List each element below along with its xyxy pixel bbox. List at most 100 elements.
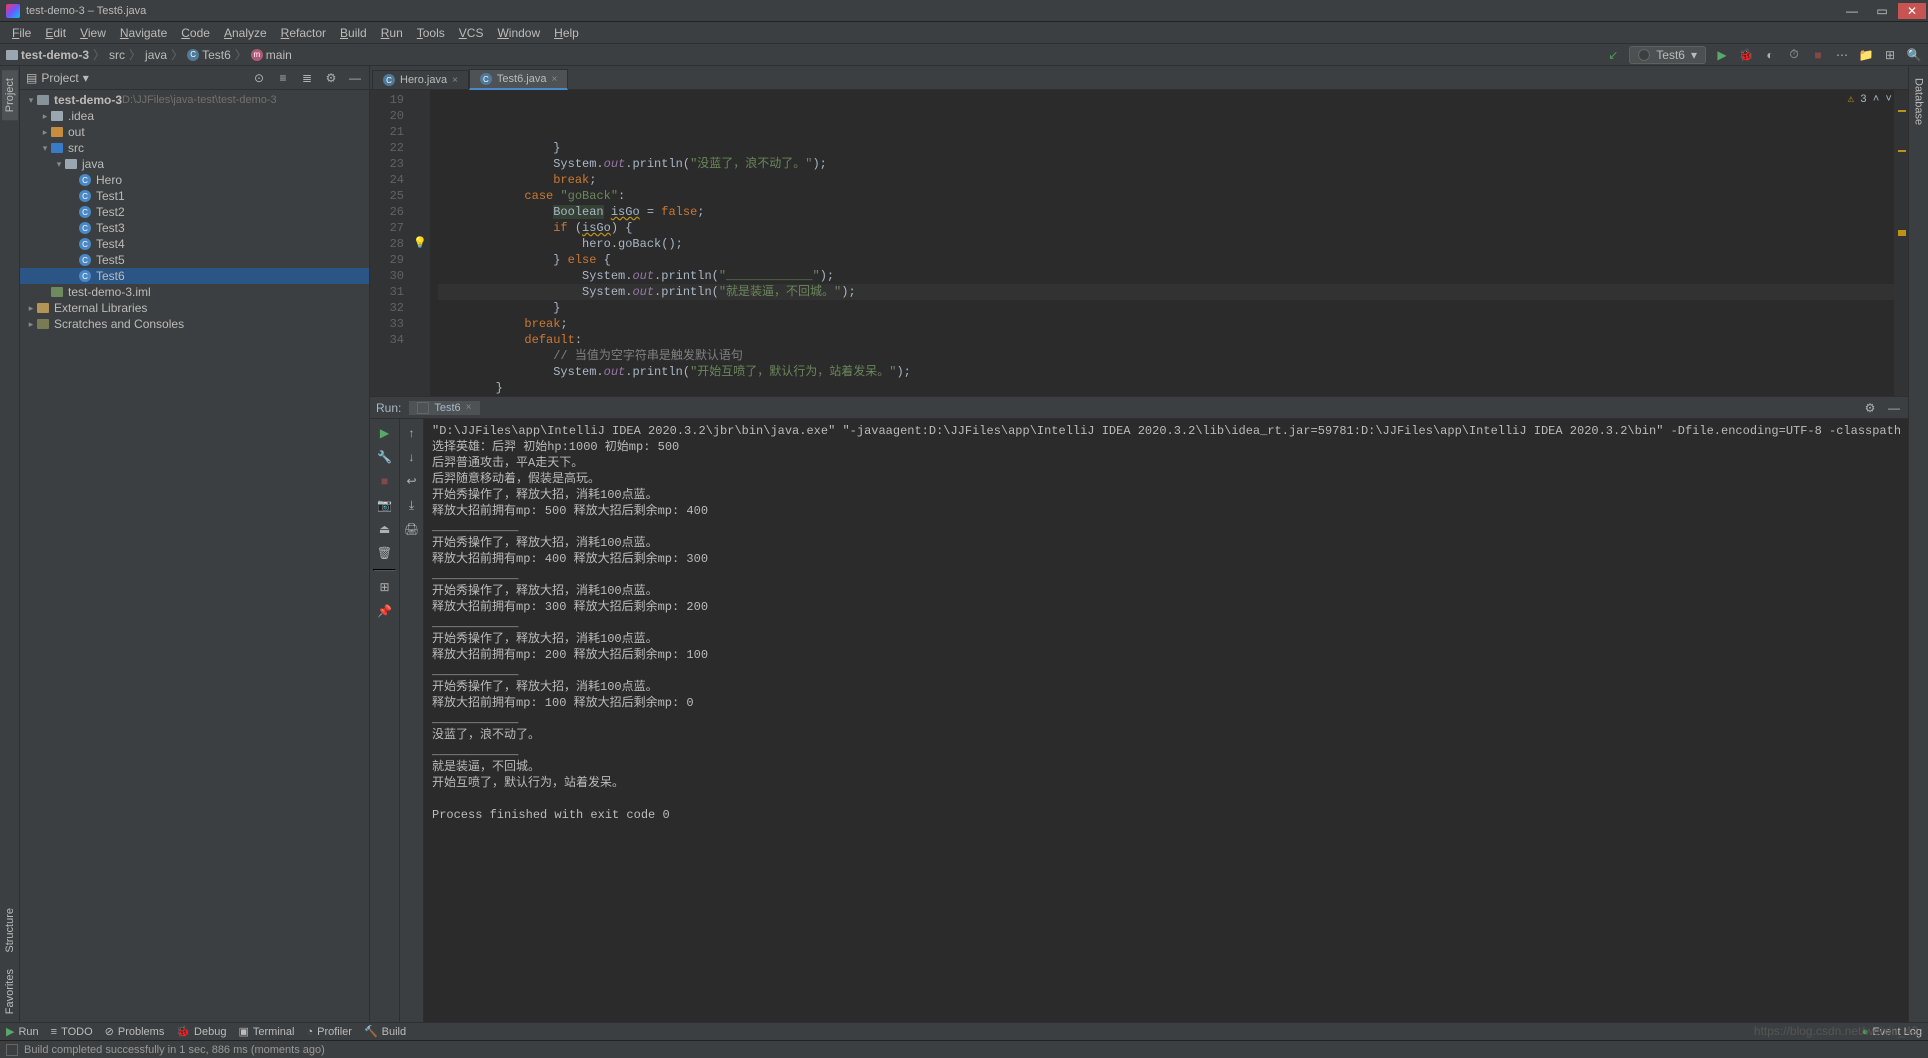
close-icon[interactable]: ×	[452, 75, 458, 86]
editor-tab[interactable]: CTest6.java×	[469, 69, 568, 90]
editor-area: CHero.java×CTest6.java× 1920212223242526…	[370, 66, 1908, 396]
select-opened-file-button[interactable]: ⊙	[251, 70, 267, 86]
debug-button[interactable]: 🐞	[1738, 47, 1754, 63]
window-maximize-button[interactable]: ▭	[1868, 3, 1896, 19]
side-tab-database[interactable]: Database	[1911, 70, 1927, 133]
soft-wrap-button[interactable]: ↩	[404, 473, 420, 489]
scroll-end-button[interactable]: ⤓	[404, 497, 420, 513]
tree-node[interactable]: ▾java	[20, 156, 369, 172]
bottom-tab-profiler[interactable]: ◔Profiler	[306, 1025, 352, 1038]
coverage-button[interactable]: ◐	[1762, 47, 1778, 63]
tree-node[interactable]: CTest6	[20, 268, 369, 284]
search-everywhere-button[interactable]: 🔍	[1906, 47, 1922, 63]
tree-node[interactable]: CTest2	[20, 204, 369, 220]
chevron-down-icon: ▾	[1691, 48, 1697, 62]
settings-button[interactable]: ⊞	[1882, 47, 1898, 63]
bottom-tab-problems[interactable]: ⊘Problems	[105, 1025, 165, 1038]
code-area[interactable]: 19202122232425262728293031323334 💡 ⚠ 3 ˄…	[370, 90, 1908, 396]
menu-refactor[interactable]: Refactor	[275, 24, 332, 42]
bottom-tab-debug[interactable]: 🐞Debug	[176, 1025, 226, 1038]
breadcrumb-src[interactable]: src	[109, 48, 125, 62]
delete-button[interactable]: 🗑	[377, 545, 393, 561]
up-button[interactable]: ↑	[404, 425, 420, 441]
tree-node[interactable]: CTest1	[20, 188, 369, 204]
menu-code[interactable]: Code	[175, 24, 216, 42]
layout-button[interactable]: ⊞	[377, 579, 393, 595]
tree-node[interactable]: ▾src	[20, 140, 369, 156]
collapse-all-button[interactable]: ≣	[299, 70, 315, 86]
more-button[interactable]: ⋯	[1834, 47, 1850, 63]
bottom-tab-build[interactable]: 🔨Build	[364, 1025, 406, 1038]
menu-file[interactable]: File	[6, 24, 37, 42]
side-tab-favorites[interactable]: Favorites	[2, 961, 18, 1022]
bottom-tab-event-log[interactable]: ●Event Log	[1862, 1026, 1922, 1038]
menu-run[interactable]: Run	[375, 24, 409, 42]
menu-window[interactable]: Window	[491, 24, 546, 42]
settings-gear-icon[interactable]: ⚙	[323, 70, 339, 86]
tool-button[interactable]: 🔧	[377, 449, 393, 465]
pin-button[interactable]: 📌	[377, 603, 393, 619]
stop-run-button[interactable]: ■	[377, 473, 393, 489]
bottom-tab-todo[interactable]: ≡TODO	[51, 1025, 93, 1038]
chevron-down-icon[interactable]: ˅	[1885, 92, 1892, 108]
back-arrow-icon[interactable]: ↙	[1605, 47, 1621, 63]
status-icon[interactable]	[6, 1044, 18, 1056]
down-button[interactable]: ↓	[404, 449, 420, 465]
run-button[interactable]: ▶	[1714, 47, 1730, 63]
menu-view[interactable]: View	[74, 24, 112, 42]
breadcrumb-java[interactable]: java	[145, 48, 167, 62]
hide-panel-button[interactable]: —	[347, 70, 363, 86]
tree-node[interactable]: CTest3	[20, 220, 369, 236]
side-tab-structure[interactable]: Structure	[2, 900, 18, 961]
chevron-up-icon[interactable]: ˄	[1873, 92, 1880, 108]
tree-node[interactable]: CHero	[20, 172, 369, 188]
folder-icon	[6, 50, 18, 60]
breadcrumb-project[interactable]: test-demo-3	[6, 48, 89, 62]
menu-edit[interactable]: Edit	[39, 24, 72, 42]
bottom-tab-terminal[interactable]: ▣Terminal	[238, 1025, 294, 1038]
chevron-down-icon[interactable]: ▾	[83, 71, 89, 85]
profile-button[interactable]: ⏱	[1786, 47, 1802, 63]
tree-node[interactable]: ▸out	[20, 124, 369, 140]
menu-tools[interactable]: Tools	[411, 24, 451, 42]
menu-analyze[interactable]: Analyze	[218, 24, 273, 42]
run-settings-icon[interactable]: ⚙	[1862, 400, 1878, 416]
project-panel-title[interactable]: Project	[41, 71, 78, 85]
tree-node[interactable]: CTest4	[20, 236, 369, 252]
console-output[interactable]: "D:\JJFiles\app\IntelliJ IDEA 2020.3.2\j…	[424, 419, 1908, 1022]
project-structure-button[interactable]: 📁	[1858, 47, 1874, 63]
expand-all-button[interactable]: ≡	[275, 70, 291, 86]
dump-button[interactable]: 📷	[377, 497, 393, 513]
close-icon[interactable]: ×	[466, 402, 472, 413]
run-hide-button[interactable]: —	[1886, 400, 1902, 416]
menu-vcs[interactable]: VCS	[453, 24, 490, 42]
editor-inspection-status[interactable]: ⚠ 3 ˄ ˅	[1848, 92, 1892, 108]
run-config-selector[interactable]: Test6 ▾	[1629, 46, 1706, 64]
tree-node[interactable]: CTest5	[20, 252, 369, 268]
menu-build[interactable]: Build	[334, 24, 373, 42]
tree-node[interactable]: ▸External Libraries	[20, 300, 369, 316]
print-button[interactable]: 🖨	[404, 521, 420, 537]
exit-button[interactable]: ⏏	[377, 521, 393, 537]
menu-navigate[interactable]: Navigate	[114, 24, 173, 42]
breadcrumb-class[interactable]: CTest6	[187, 48, 231, 62]
window-close-button[interactable]: ✕	[1898, 3, 1926, 19]
window-minimize-button[interactable]: —	[1838, 3, 1866, 19]
side-tab-project[interactable]: Project	[2, 70, 18, 120]
editor-tab[interactable]: CHero.java×	[372, 70, 469, 89]
project-tree[interactable]: ▾test-demo-3 D:\JJFiles\java-test\test-d…	[20, 90, 369, 1022]
rerun-button[interactable]: ▶	[377, 425, 393, 441]
menu-help[interactable]: Help	[548, 24, 585, 42]
bottom-tab-run[interactable]: ▶Run	[6, 1025, 39, 1038]
breadcrumb-method[interactable]: mmain	[251, 48, 292, 62]
tree-node[interactable]: ▸.idea	[20, 108, 369, 124]
close-icon[interactable]: ×	[551, 74, 557, 85]
hammer-icon: 🔨	[364, 1025, 378, 1038]
error-stripe[interactable]	[1894, 90, 1908, 396]
stop-button[interactable]: ■	[1810, 47, 1826, 63]
code-text[interactable]: ⚠ 3 ˄ ˅ } System.out.println("没蓝了，浪不动了。"…	[430, 90, 1908, 396]
run-tab[interactable]: Test6 ×	[409, 401, 479, 415]
tree-node[interactable]: test-demo-3.iml	[20, 284, 369, 300]
tree-node[interactable]: ▸Scratches and Consoles	[20, 316, 369, 332]
tree-node[interactable]: ▾test-demo-3 D:\JJFiles\java-test\test-d…	[20, 92, 369, 108]
